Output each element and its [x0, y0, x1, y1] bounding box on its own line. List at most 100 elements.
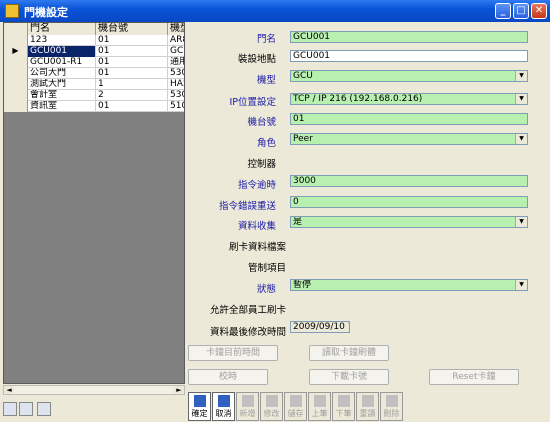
- cell-num[interactable]: 01: [96, 35, 168, 46]
- save-icon: [289, 395, 302, 407]
- cmd-retry-label: 指令錯誤重送: [218, 201, 276, 212]
- status-value: 暫停: [293, 280, 312, 290]
- status-label: 狀態: [256, 284, 276, 295]
- edit-button[interactable]: 修改: [260, 392, 283, 421]
- table-row[interactable]: 公司大門01530i: [4, 68, 184, 79]
- cancel-button[interactable]: 取消: [212, 392, 235, 421]
- table-row[interactable]: 測試大門1HA5: [4, 79, 184, 90]
- prev-button[interactable]: 上筆: [308, 392, 331, 421]
- chevron-down-icon[interactable]: ▼: [515, 134, 527, 144]
- next-button[interactable]: 下筆: [332, 392, 355, 421]
- ip-value: TCP / IP 216 (192.168.0.216): [293, 94, 423, 104]
- table-row[interactable]: 資訊室01510: [4, 101, 184, 112]
- table-row[interactable]: 會計室2530: [4, 90, 184, 101]
- last-modified-value: 2009/09/10 12:07: [290, 321, 350, 333]
- machine-no-label: 機台號: [247, 117, 276, 128]
- data-collect-label: 資料收集: [237, 221, 276, 232]
- status-select[interactable]: 暫停 ▼: [290, 279, 528, 291]
- row-indicator: [4, 57, 28, 68]
- cell-name[interactable]: GCU001-R1: [28, 57, 96, 68]
- header-machine-no[interactable]: 機台號: [96, 23, 168, 35]
- print-icon[interactable]: [37, 402, 51, 416]
- role-select[interactable]: Peer ▼: [290, 133, 528, 145]
- scroll-right-icon[interactable]: ►: [174, 386, 184, 394]
- cell-name[interactable]: 123: [28, 35, 96, 46]
- cell-name[interactable]: 資訊室: [28, 101, 96, 112]
- delete-icon: [385, 395, 398, 407]
- delete-button[interactable]: 刪除: [380, 392, 403, 421]
- chevron-down-icon[interactable]: ▼: [515, 71, 527, 81]
- role-label: 角色: [256, 138, 276, 149]
- header-indicator: [4, 23, 28, 35]
- allow-all-label: 允許全部員工刷卡: [209, 305, 286, 316]
- grid-horizontal-scrollbar[interactable]: ◄ ►: [3, 385, 185, 395]
- control-item-label: 管制項目: [247, 263, 286, 274]
- ip-select[interactable]: TCP / IP 216 (192.168.0.216) ▼: [290, 93, 528, 105]
- add-label: 新增: [239, 409, 256, 418]
- scroll-left-icon[interactable]: ◄: [4, 386, 14, 394]
- door-name-field[interactable]: GCU001: [290, 31, 528, 43]
- reload-button[interactable]: 重讀: [356, 392, 379, 421]
- table-row[interactable]: ▶GCU00101GCU: [4, 46, 184, 57]
- card-time-button[interactable]: 卡鐘目前時間: [188, 345, 278, 361]
- delete-label: 刪除: [383, 409, 400, 418]
- cell-name[interactable]: 測試大門: [28, 79, 96, 90]
- minimize-button[interactable]: _: [495, 3, 511, 19]
- download-card-button[interactable]: 下載卡號: [309, 369, 389, 385]
- card-file-label: 刷卡資料檔案: [228, 242, 286, 253]
- location-label: 裝設地點: [237, 54, 276, 65]
- next-icon: [337, 395, 350, 407]
- door-list-grid[interactable]: 門名 機台號 機型 12301AR8▶GCU00101GCUGCU001-R10…: [3, 22, 185, 384]
- window-title: 門機設定: [24, 6, 68, 19]
- cell-num[interactable]: 01: [96, 68, 168, 79]
- location-field[interactable]: GCU001: [290, 50, 528, 62]
- row-indicator: ▶: [4, 46, 28, 57]
- chevron-down-icon[interactable]: ▼: [515, 217, 527, 227]
- time-sync-button[interactable]: 校時: [188, 369, 268, 385]
- cell-num[interactable]: 01: [96, 57, 168, 68]
- export-icon[interactable]: [3, 402, 17, 416]
- read-card-button[interactable]: 讀取卡鐘刷體: [309, 345, 389, 361]
- print-preview-icon[interactable]: [19, 402, 33, 416]
- prev-label: 上筆: [311, 409, 328, 418]
- confirm-button[interactable]: 確定: [188, 392, 211, 421]
- title-bar: 門機設定 _ □ ✕: [0, 0, 550, 22]
- table-row[interactable]: 12301AR8: [4, 35, 184, 46]
- confirm-icon: [193, 395, 206, 407]
- last-modified-label: 資料最後修改時間: [209, 327, 286, 338]
- cancel-label: 取消: [215, 409, 232, 418]
- chevron-down-icon[interactable]: ▼: [515, 280, 527, 290]
- cancel-icon: [217, 395, 230, 407]
- model-label: 機型: [256, 75, 276, 86]
- add-icon: [241, 395, 254, 407]
- edit-label: 修改: [263, 409, 280, 418]
- maximize-button[interactable]: □: [513, 3, 529, 19]
- reset-clock-button[interactable]: Reset卡鐘: [429, 369, 519, 385]
- save-button[interactable]: 儲存: [284, 392, 307, 421]
- cmd-retry-field[interactable]: 0: [290, 196, 528, 208]
- model-value: GCU: [293, 71, 313, 81]
- model-select[interactable]: GCU ▼: [290, 70, 528, 82]
- ip-label: IP位置設定: [229, 97, 276, 108]
- cell-num[interactable]: 01: [96, 46, 168, 57]
- data-collect-select[interactable]: 是 ▼: [290, 216, 528, 228]
- cell-num[interactable]: 2: [96, 90, 168, 101]
- chevron-down-icon[interactable]: ▼: [515, 94, 527, 104]
- cmd-timeout-field[interactable]: 3000: [290, 175, 528, 187]
- cell-name[interactable]: GCU001: [28, 46, 96, 57]
- machine-no-field[interactable]: 01: [290, 113, 528, 125]
- header-door-name[interactable]: 門名: [28, 23, 96, 35]
- window: 門機設定 _ □ ✕ 門名 機台號 機型 12301AR8▶GCU00101GC…: [0, 0, 550, 422]
- table-row[interactable]: GCU001-R101通用: [4, 57, 184, 68]
- next-label: 下筆: [335, 409, 352, 418]
- reload-label: 重讀: [359, 409, 376, 418]
- add-button[interactable]: 新增: [236, 392, 259, 421]
- close-button[interactable]: ✕: [531, 3, 547, 19]
- row-indicator: [4, 101, 28, 112]
- row-indicator: [4, 68, 28, 79]
- cell-name[interactable]: 公司大門: [28, 68, 96, 79]
- row-indicator: [4, 79, 28, 90]
- cell-num[interactable]: 01: [96, 101, 168, 112]
- cell-num[interactable]: 1: [96, 79, 168, 90]
- cell-name[interactable]: 會計室: [28, 90, 96, 101]
